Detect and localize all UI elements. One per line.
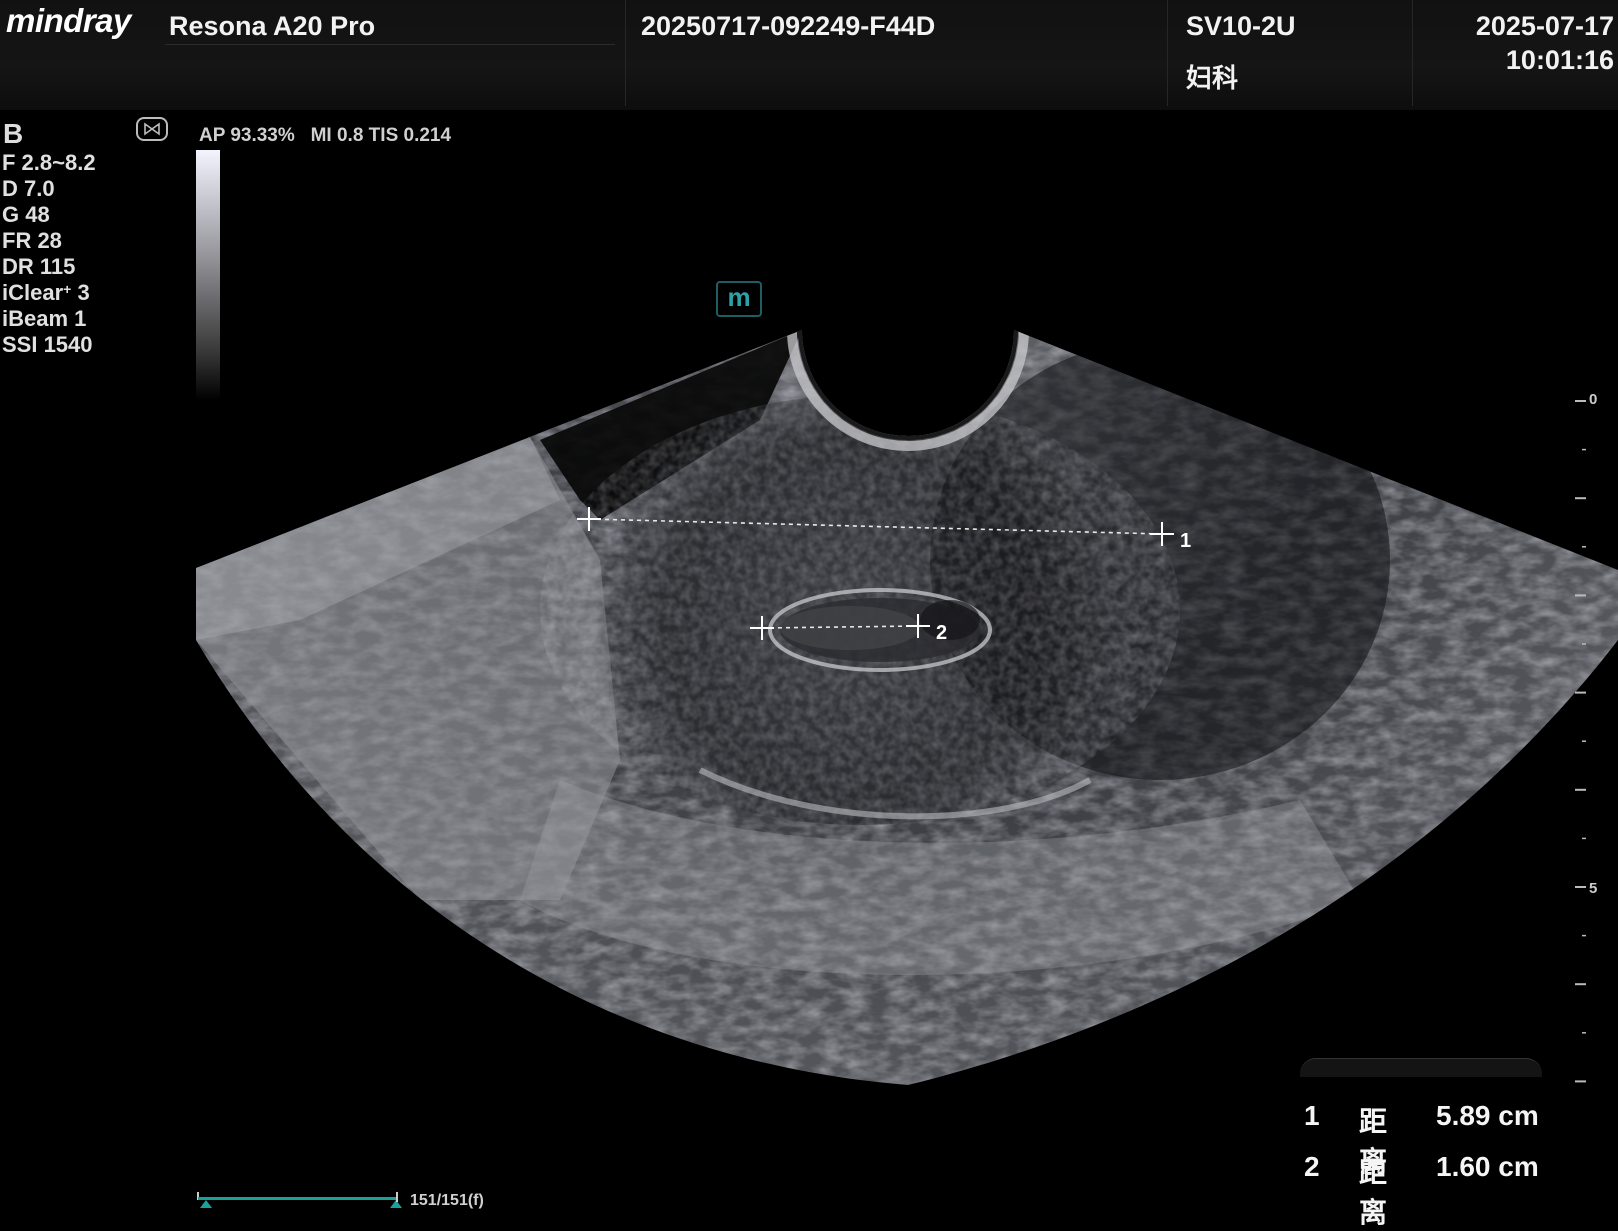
depth-ruler bbox=[1575, 400, 1586, 1083]
image-param: DR 115 bbox=[2, 254, 76, 279]
image-param: SSI 1540 bbox=[2, 332, 93, 357]
depth-label-5: 5 bbox=[1589, 880, 1598, 897]
depth-label-0: 0 bbox=[1589, 391, 1598, 408]
image-params-list: F 2.8~8.2 D 7.0 G 48 FR 28 DR 115 iClear+ 3 iB… bbox=[2, 150, 96, 358]
measurement-index: 1 bbox=[1304, 1100, 1320, 1131]
patient-id[interactable]: 20250717-092249-F44D bbox=[641, 11, 935, 42]
image-param: iBeam 1 bbox=[2, 306, 87, 331]
grayscale-bar bbox=[196, 150, 220, 400]
device-model: Resona A20 Pro bbox=[169, 11, 376, 41]
image-param: G 48 bbox=[2, 202, 50, 227]
cine-start-handle[interactable] bbox=[200, 1200, 212, 1208]
brand-logo: mindray bbox=[6, 2, 131, 39]
header-bar: mindray Resona A20 Pro 20250717-092249-F… bbox=[0, 0, 1618, 110]
time: 10:01:16 bbox=[1505, 45, 1614, 75]
measurement-value: 5.89 cm bbox=[1436, 1100, 1539, 1131]
mindray-m-marker-icon: m bbox=[716, 281, 762, 317]
cine-frame-counter: 151/151(f) bbox=[410, 1192, 484, 1209]
cine-track bbox=[198, 1197, 398, 1200]
header-divider bbox=[165, 44, 615, 45]
image-param: FR 28 bbox=[2, 228, 62, 253]
measurement-value: 1.60 cm bbox=[1436, 1151, 1539, 1182]
caliper-label-1: 1 bbox=[1180, 530, 1191, 552]
measurement-index: 2 bbox=[1304, 1151, 1320, 1182]
acoustic-output: AP 93.33% MI 0.8 TIS 0.214 bbox=[199, 125, 452, 146]
results-tab[interactable] bbox=[1300, 1058, 1542, 1077]
cine-bar[interactable] bbox=[196, 1190, 406, 1216]
date: 2025-07-17 bbox=[1475, 11, 1614, 41]
image-param: D 7.0 bbox=[2, 176, 55, 201]
image-param: F 2.8~8.2 bbox=[2, 150, 96, 175]
exam-type[interactable]: 妇科 bbox=[1186, 58, 1238, 95]
imaging-mode: B bbox=[3, 118, 24, 149]
probe-orientation-icon bbox=[136, 117, 168, 141]
probe-name[interactable]: SV10-2U bbox=[1186, 11, 1296, 42]
caliper-label-2: 2 bbox=[936, 622, 947, 644]
measurement-name: 距离 bbox=[1359, 1157, 1388, 1228]
image-param: iClear+ 3 bbox=[2, 280, 90, 305]
ultrasound-image: 1 2 bbox=[196, 330, 1618, 1085]
